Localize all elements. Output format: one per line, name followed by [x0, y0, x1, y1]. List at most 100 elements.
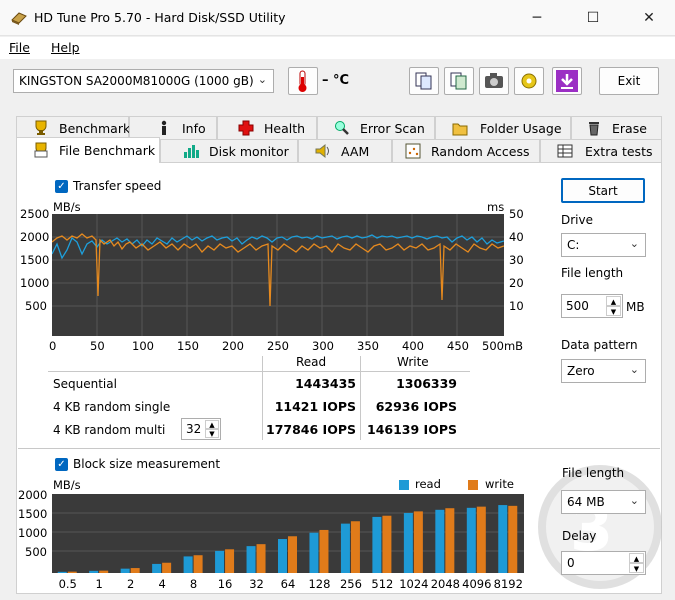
bar-write — [508, 505, 518, 573]
copy-text-button[interactable] — [409, 67, 439, 95]
copy-all-button[interactable] — [444, 67, 474, 95]
block-file-length-value: 64 MB — [567, 495, 605, 509]
thermometer-icon — [298, 70, 307, 92]
bar-read — [215, 550, 225, 573]
y-tick-left: 2500 — [20, 207, 50, 221]
delay-stepper[interactable]: 0 ▲ ▼ — [561, 551, 646, 575]
minimize-button[interactable]: ─ — [514, 0, 560, 36]
read-value: 1443435 — [295, 376, 356, 391]
block-file-length-select[interactable]: 64 MB ⌄ — [561, 490, 646, 514]
tab-info[interactable]: Info — [129, 116, 217, 139]
tab-extra-tests[interactable]: Extra tests — [540, 139, 662, 162]
read-value: 11421 IOPS — [274, 399, 356, 414]
block-file-length-label: File length — [562, 466, 625, 480]
legend-read-swatch — [399, 480, 409, 490]
table-icon — [557, 144, 573, 158]
bar-write — [130, 568, 140, 573]
download-icon — [556, 70, 578, 92]
bar-write — [256, 544, 266, 573]
bar-chart-icon — [184, 145, 199, 158]
block-size-label: Block size measurement — [73, 457, 221, 471]
bar-read — [466, 507, 476, 573]
copy-all-icon — [450, 72, 467, 90]
write-value: 146139 IOPS — [367, 422, 457, 437]
x-tick: 500mB — [482, 339, 524, 353]
left-unit-label: MB/s — [53, 200, 81, 214]
x-tick: 350 — [357, 339, 379, 353]
save-button[interactable] — [552, 67, 582, 95]
x-tick: 50 — [90, 339, 105, 353]
data-pattern-select[interactable]: Zero ⌄ — [561, 359, 646, 383]
file-length-unit: MB — [626, 300, 645, 314]
queue-depth-value: 32 — [186, 422, 202, 436]
close-button[interactable]: ✕ — [626, 0, 672, 36]
bar-write — [445, 508, 455, 573]
bar-read — [403, 512, 413, 573]
copy-text-icon — [415, 72, 432, 90]
scatter-icon — [405, 143, 421, 159]
tab-erase[interactable]: Erase — [571, 116, 662, 139]
tab-folder-usage[interactable]: Folder Usage — [435, 116, 571, 139]
tab-file-benchmark[interactable]: File Benchmark — [16, 137, 160, 163]
maximize-button[interactable]: ☐ — [570, 0, 616, 36]
tab-health[interactable]: Health — [217, 116, 317, 139]
block-x-tick: 2048 — [430, 577, 460, 591]
down-arrow-icon[interactable]: ▼ — [629, 563, 644, 573]
block-x-tick: 1 — [95, 577, 103, 591]
down-arrow-icon[interactable]: ▼ — [205, 429, 219, 438]
drive-select-value: KINGSTON SA2000M81000G (1000 gB) — [19, 74, 254, 88]
up-arrow-icon[interactable]: ▲ — [629, 553, 644, 563]
health-cross-icon — [238, 120, 254, 136]
temperature-value: – °C — [322, 73, 350, 88]
drive-letter-select[interactable]: C: ⌄ — [561, 233, 646, 257]
bar-read — [278, 539, 287, 573]
up-arrow-icon[interactable]: ▲ — [606, 296, 621, 306]
tab-error-scan[interactable]: Error Scan — [317, 116, 435, 139]
block-x-tick: 16 — [217, 577, 233, 591]
legend-write-swatch — [468, 480, 478, 490]
screenshot-button[interactable] — [479, 67, 509, 95]
row-label: 4 KB random single — [53, 400, 171, 414]
bar-write — [350, 521, 360, 573]
bar-read — [57, 571, 67, 573]
block-size-chart — [52, 494, 524, 573]
bar-read — [120, 568, 130, 573]
block-size-checkbox[interactable]: ✓ — [55, 458, 68, 471]
y-tick-right: 40 — [509, 230, 524, 244]
menu-help[interactable]: Help — [51, 40, 80, 55]
block-x-tick: 4 — [158, 577, 166, 591]
file-length-stepper[interactable]: 500 ▲ ▼ — [561, 294, 623, 318]
bar-read — [340, 523, 350, 573]
menu-bar — [0, 37, 675, 59]
up-arrow-icon[interactable]: ▲ — [205, 420, 219, 429]
col-header-read: Read — [296, 355, 327, 369]
tab-aam[interactable]: AAM — [298, 139, 392, 162]
drive-letter-value: C: — [567, 238, 580, 252]
x-tick: 0 — [49, 339, 57, 353]
drive-select[interactable]: KINGSTON SA2000M81000G (1000 gB) ⌄ — [13, 69, 274, 93]
x-tick: 100 — [132, 339, 154, 353]
file-benchmark-icon — [34, 142, 48, 158]
tab-random-access[interactable]: Random Access — [392, 139, 540, 162]
block-x-tick: 8192 — [493, 577, 523, 591]
tab-benchmark[interactable]: Benchmark — [16, 116, 130, 139]
transfer-speed-checkbox[interactable]: ✓ — [55, 180, 68, 193]
right-unit-label: ms — [487, 200, 505, 214]
queue-depth-stepper[interactable]: 32 ▲ ▼ — [181, 418, 221, 440]
start-button[interactable]: Start — [561, 178, 645, 203]
trophy-icon — [35, 120, 47, 135]
options-button[interactable] — [514, 67, 544, 95]
chevron-down-icon: ⌄ — [629, 363, 639, 376]
temperature-button[interactable] — [288, 67, 318, 95]
down-arrow-icon[interactable]: ▼ — [606, 306, 621, 316]
menu-file[interactable]: File — [9, 40, 30, 55]
tab-disk-monitor[interactable]: Disk monitor — [160, 139, 298, 162]
transfer-speed-graph — [52, 214, 504, 336]
data-pattern-label: Data pattern — [561, 338, 638, 352]
y-tick-right: 50 — [509, 207, 524, 221]
x-tick: 450 — [447, 339, 469, 353]
bar-write — [288, 536, 297, 573]
block-x-tick: 32 — [249, 577, 264, 591]
exit-button[interactable]: Exit — [599, 67, 659, 95]
folder-icon — [452, 123, 468, 136]
